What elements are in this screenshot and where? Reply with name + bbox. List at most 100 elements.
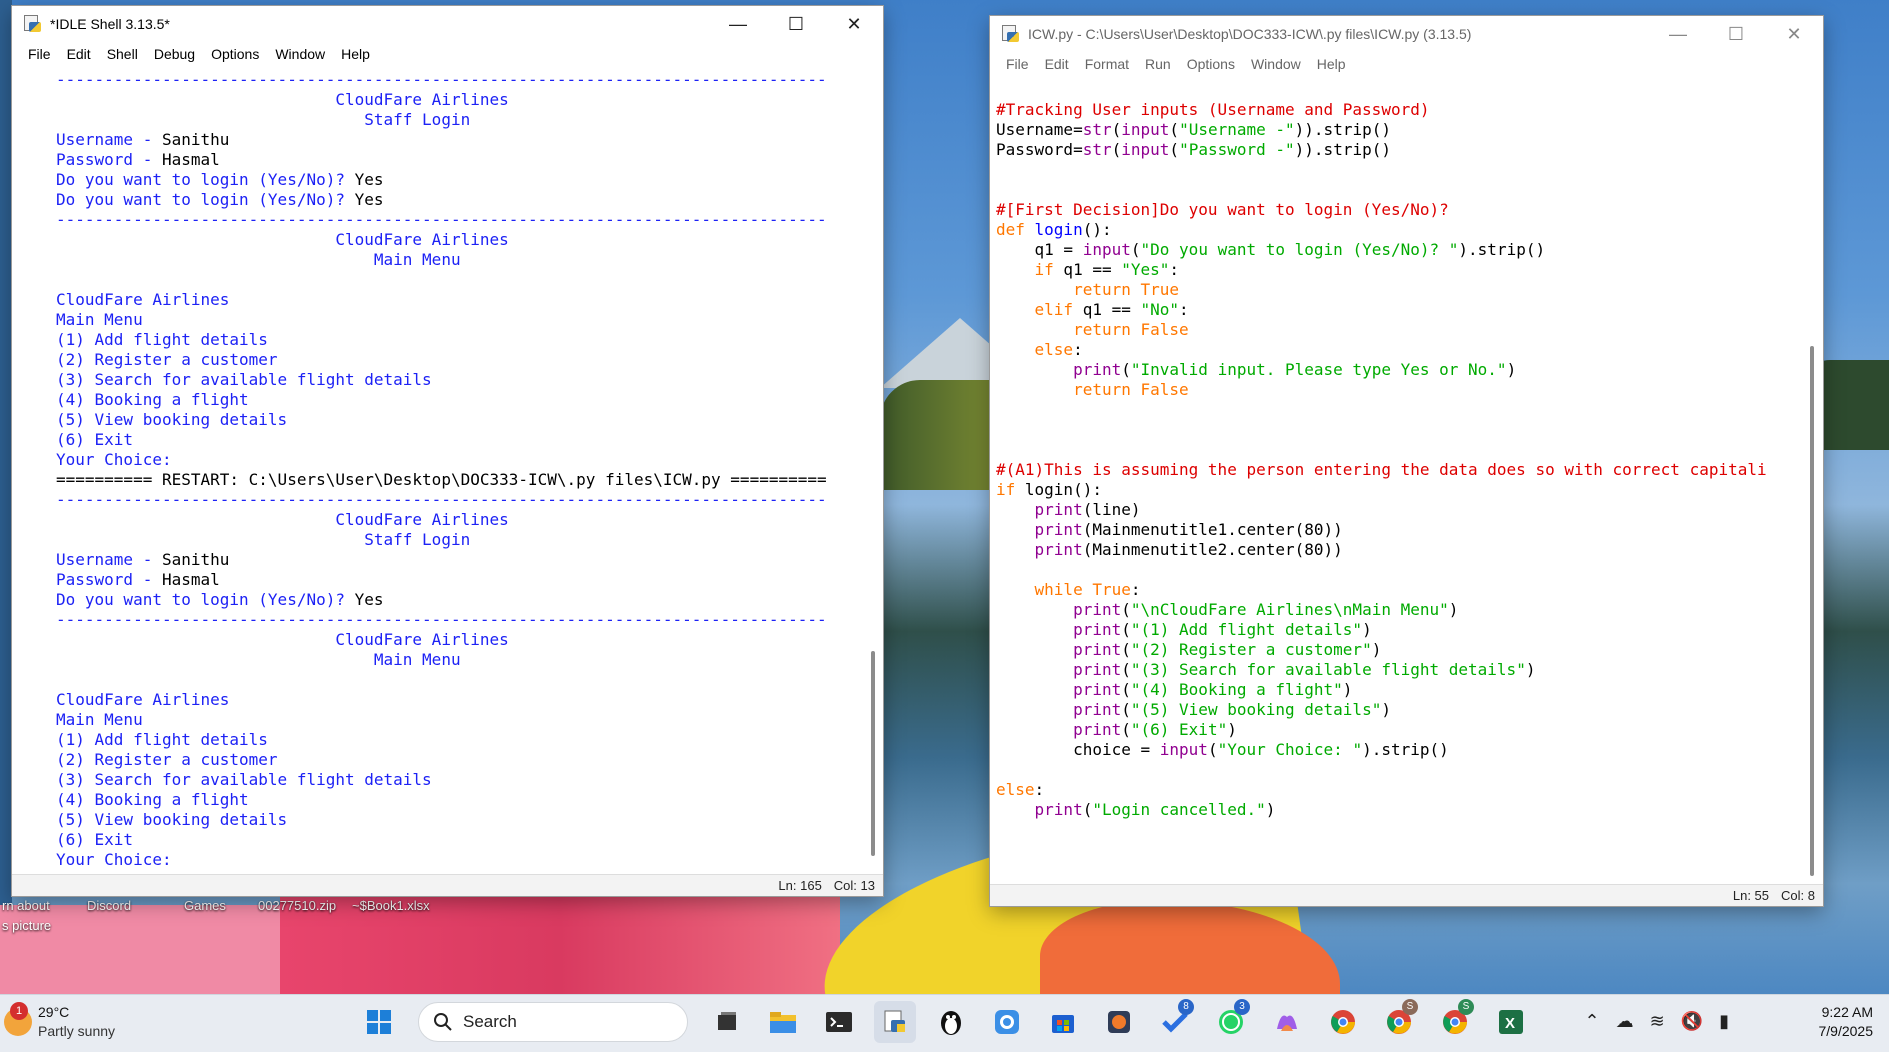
- onedrive-cloud-icon[interactable]: ☁: [1616, 1011, 1634, 1032]
- code-token: print: [1073, 660, 1122, 679]
- minimize-icon[interactable]: —: [1649, 16, 1707, 52]
- copilot-icon[interactable]: [1266, 1001, 1308, 1043]
- code-line: print("(6) Exit"): [996, 720, 1796, 740]
- excel-icon[interactable]: X: [1490, 1001, 1532, 1043]
- editor-menu-edit[interactable]: Edit: [1037, 56, 1077, 72]
- desktop-icon-excel-temp[interactable]: ~$Book1.xlsx: [352, 898, 430, 913]
- shell-line-text: (1) Add flight details: [56, 730, 268, 749]
- code-token: :: [1130, 580, 1141, 599]
- shell-menu-edit[interactable]: Edit: [59, 46, 99, 62]
- idle-python-icon[interactable]: [874, 1001, 916, 1043]
- code-token: Username=: [996, 120, 1083, 139]
- terminal-icon[interactable]: [818, 1001, 860, 1043]
- app-blue-icon[interactable]: [986, 1001, 1028, 1043]
- code-token: login: [1034, 220, 1083, 239]
- shell-menu-shell[interactable]: Shell: [99, 46, 146, 62]
- chrome-profile-s2-icon[interactable]: S: [1434, 999, 1476, 1043]
- shell-titlebar[interactable]: *IDLE Shell 3.13.5* — ☐ ✕: [12, 6, 883, 42]
- editor-menu-help[interactable]: Help: [1309, 56, 1354, 72]
- code-token: #[First Decision]Do you want to login (Y…: [996, 200, 1449, 219]
- editor-menu-file[interactable]: File: [998, 56, 1037, 72]
- desktop-icon-discord[interactable]: Discord: [87, 898, 131, 913]
- code-line: print(Mainmenutitle1.center(80)): [996, 520, 1796, 540]
- shell-menu-file[interactable]: File: [20, 46, 59, 62]
- shell-line: (3) Search for available flight details: [56, 770, 871, 790]
- shell-line: ========== RESTART: C:\Users\User\Deskto…: [56, 470, 871, 490]
- desktop-icon-learn-about-label-1[interactable]: rn about: [2, 898, 50, 913]
- weather-widget[interactable]: 1 29°C Partly sunny: [0, 1002, 115, 1041]
- minimize-icon[interactable]: —: [709, 6, 767, 42]
- shell-line-text: Do you want to login (Yes/No)?: [56, 170, 355, 189]
- shell-line: (4) Booking a flight: [56, 790, 871, 810]
- desktop-icon-games[interactable]: Games: [184, 898, 226, 913]
- maximize-icon[interactable]: ☐: [767, 6, 825, 42]
- code-token: "Password -": [1179, 140, 1295, 159]
- chrome-profile-s1-icon[interactable]: S: [1378, 999, 1420, 1043]
- shell-line-text: Password -: [56, 150, 162, 169]
- shell-menu-window[interactable]: Window: [267, 46, 333, 62]
- shell-line: (5) View booking details: [56, 810, 871, 830]
- code-token: :: [1179, 300, 1189, 319]
- code-token: (: [1121, 660, 1131, 679]
- code-token: ): [1342, 680, 1353, 699]
- editor-menu-run[interactable]: Run: [1137, 56, 1179, 72]
- code-token: return False: [1073, 320, 1189, 339]
- code-line: return True: [996, 280, 1796, 300]
- editor-titlebar[interactable]: ICW.py - C:\Users\User\Desktop\DOC333-IC…: [990, 16, 1823, 52]
- close-icon[interactable]: ✕: [825, 6, 883, 42]
- start-icon[interactable]: [358, 1001, 400, 1043]
- desktop-icon-zip-file[interactable]: 00277510.zip: [258, 898, 336, 913]
- shell-menubar: File Edit Shell Debug Options Window Help: [12, 42, 883, 66]
- shell-menu-debug[interactable]: Debug: [146, 46, 203, 62]
- shell-line-text: (3) Search for available flight details: [56, 370, 432, 389]
- code-line: #(A1)This is assuming the person enterin…: [996, 460, 1796, 480]
- code-token: ): [1265, 800, 1276, 819]
- shell-menu-help[interactable]: Help: [333, 46, 378, 62]
- maximize-icon[interactable]: ☐: [1707, 16, 1765, 52]
- penguin-app-icon[interactable]: [930, 1001, 972, 1043]
- shell-line-text: Do you want to login (Yes/No)?: [56, 590, 355, 609]
- whatsapp-icon[interactable]: 3: [1210, 999, 1252, 1043]
- todo-icon[interactable]: 8: [1154, 999, 1196, 1043]
- code-token: )).strip(): [1294, 140, 1391, 159]
- volume-muted-icon[interactable]: 🔇: [1681, 1011, 1703, 1032]
- code-token: ): [1371, 640, 1382, 659]
- shell-output[interactable]: ----------------------------------------…: [56, 70, 871, 870]
- desktop-icon-learn-about-label-2[interactable]: s picture: [2, 918, 51, 933]
- close-icon[interactable]: ✕: [1765, 16, 1823, 52]
- shell-line: ----------------------------------------…: [56, 70, 871, 90]
- battery-icon[interactable]: ▮: [1719, 1011, 1729, 1032]
- editor-menu-window[interactable]: Window: [1243, 56, 1309, 72]
- code-token: str: [1082, 140, 1112, 159]
- file-explorer-icon[interactable]: [762, 1001, 804, 1043]
- shell-line: (3) Search for available flight details: [56, 370, 871, 390]
- chevron-up-icon[interactable]: ⌃: [1584, 1011, 1599, 1032]
- shell-menu-options[interactable]: Options: [203, 46, 267, 62]
- code-token: ): [1227, 720, 1237, 739]
- task-view-icon[interactable]: [706, 1001, 748, 1043]
- code-token: "Login cancelled.": [1092, 800, 1266, 819]
- chrome-icon[interactable]: [1322, 1001, 1364, 1043]
- shell-scrollbar[interactable]: [871, 651, 875, 856]
- shell-line-text: CloudFare Airlines: [56, 630, 509, 649]
- editor-menu-options[interactable]: Options: [1179, 56, 1243, 72]
- code-line: elif q1 == "No":: [996, 300, 1796, 320]
- editor-code[interactable]: #Tracking User inputs (Username and Pass…: [996, 80, 1796, 880]
- wifi-icon[interactable]: ≋: [1650, 1011, 1665, 1032]
- media-app-icon[interactable]: [1098, 1001, 1140, 1043]
- microsoft-store-icon[interactable]: [1042, 1001, 1084, 1043]
- todo-badge: 8: [1178, 999, 1194, 1015]
- shell-line-text: (2) Register a customer: [56, 350, 278, 369]
- clock[interactable]: 9:22 AM 7/9/2025: [1819, 1003, 1874, 1041]
- taskbar-search-box[interactable]: Search: [418, 1002, 688, 1042]
- code-token: (: [1121, 360, 1131, 379]
- code-line: return False: [996, 320, 1796, 340]
- code-token: "Do you want to login (Yes/No)? ": [1140, 240, 1459, 259]
- editor-menu-format[interactable]: Format: [1077, 56, 1137, 72]
- editor-scrollbar[interactable]: [1810, 346, 1814, 876]
- code-token: :: [1169, 260, 1180, 279]
- code-token: (: [1121, 700, 1131, 719]
